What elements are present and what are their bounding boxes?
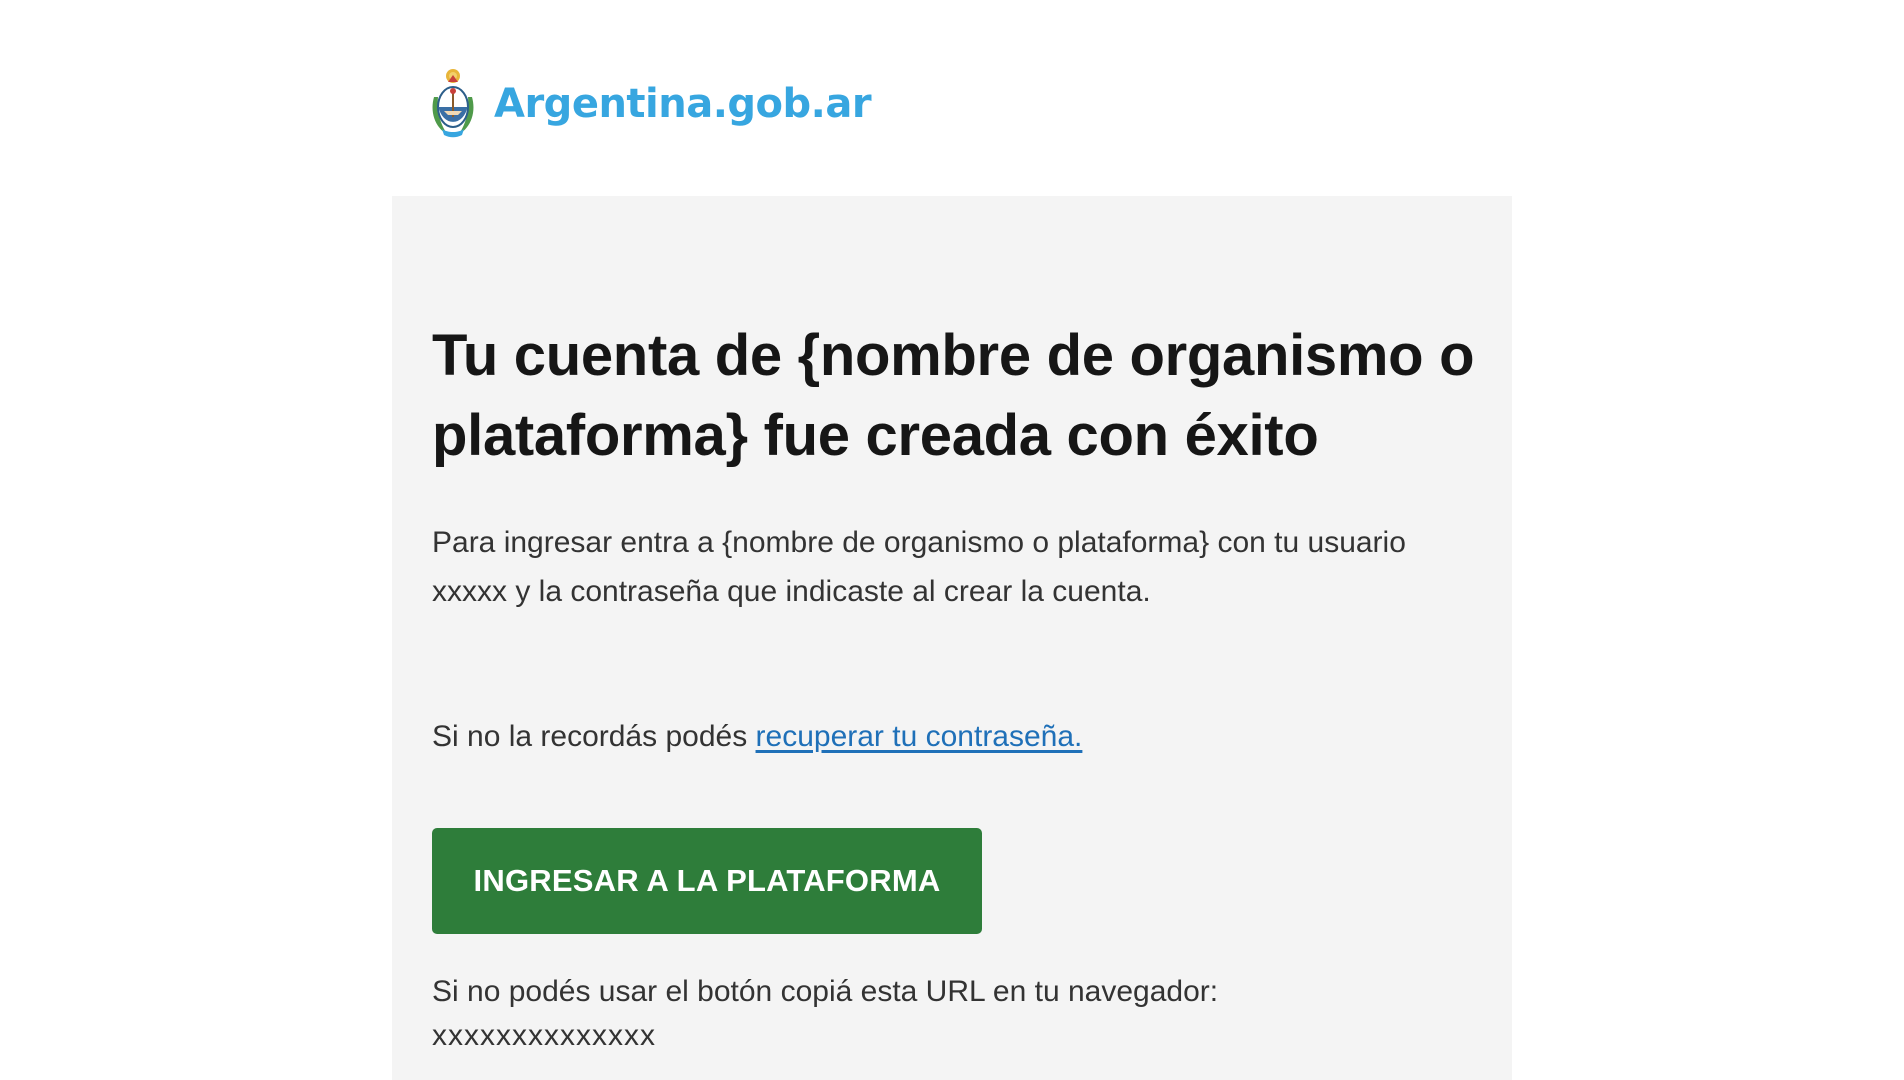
site-logo-text: Argentina.gob.ar: [494, 81, 872, 127]
recover-password-paragraph: Si no la recordás podés recuperar tu con…: [432, 717, 1482, 757]
fallback-url[interactable]: xxxxxxxxxxxxxx: [432, 1016, 1482, 1056]
recover-prefix-text: Si no la recordás podés: [432, 720, 756, 753]
email-card: Tu cuenta de {nombre de organismo o plat…: [392, 196, 1512, 1080]
email-header: Argentina.gob.ar: [428, 66, 872, 142]
email-page: Argentina.gob.ar Tu cuenta de {nombre de…: [0, 0, 1904, 1080]
email-content: Tu cuenta de {nombre de organismo o plat…: [432, 316, 1482, 1056]
recover-password-link[interactable]: recuperar tu contraseña.: [756, 720, 1083, 753]
fallback-url-instructions: Si no podés usar el botón copiá esta URL…: [432, 975, 1219, 1008]
argentina-coat-of-arms-icon: [432, 69, 474, 138]
email-intro-text: Para ingresar entra a {nombre de organis…: [432, 526, 1406, 608]
login-platform-button[interactable]: INGRESAR A LA PLATAFORMA: [432, 828, 982, 934]
email-title: Tu cuenta de {nombre de organismo o plat…: [432, 323, 1475, 468]
